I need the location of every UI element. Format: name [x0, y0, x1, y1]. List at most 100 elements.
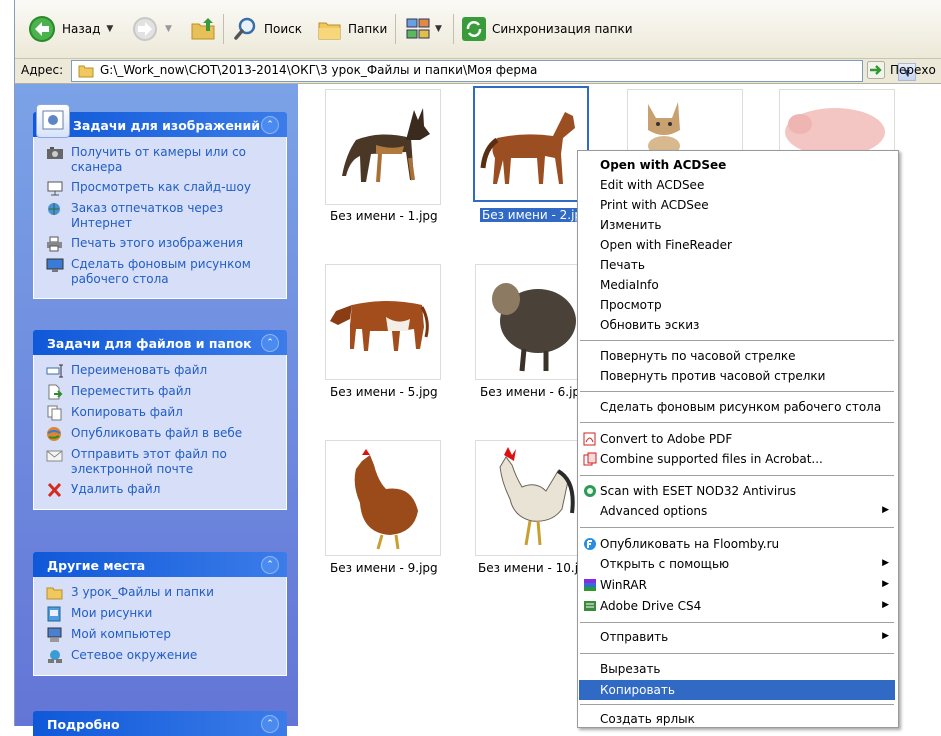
- thumbnail-sheep[interactable]: [475, 264, 591, 380]
- horse-image: [480, 112, 575, 184]
- search-button[interactable]: Поиск: [233, 14, 302, 44]
- expand-chevron-icon[interactable]: ⌃: [261, 715, 279, 733]
- menu-print[interactable]: Печать: [579, 255, 895, 275]
- menu-winrar[interactable]: WinRAR ▶: [579, 575, 895, 595]
- back-arrow-icon: [29, 16, 55, 42]
- collapse-chevron-icon[interactable]: ⌃: [261, 334, 279, 352]
- submenu-arrow-icon: ▶: [882, 505, 889, 515]
- menu-adobe-drive[interactable]: Adobe Drive CS4 ▶: [579, 596, 895, 616]
- menu-cut[interactable]: Вырезать: [579, 659, 895, 679]
- back-label: Назад: [62, 22, 101, 36]
- task-get-from-camera[interactable]: Получить от камеры или со сканера: [34, 143, 286, 178]
- folders-icon: [318, 22, 341, 40]
- address-bar: Адрес: G:\_Work_now\СЮТ\2013-2014\ОКГ\3 …: [15, 59, 941, 84]
- menu-mediainfo[interactable]: MediaInfo: [579, 275, 895, 295]
- menu-open-finereader[interactable]: Open with FineReader: [579, 235, 895, 255]
- file-tasks-header[interactable]: Задачи для файлов и папок ⌃: [33, 330, 287, 355]
- file-name[interactable]: Без имени - 5.jpg: [330, 385, 438, 399]
- menu-create-shortcut[interactable]: Создать ярлык: [579, 709, 895, 729]
- collapse-chevron-icon[interactable]: ⌃: [261, 556, 279, 574]
- thumbnail-dog[interactable]: [325, 89, 441, 205]
- menu-label: Adobe Drive CS4: [600, 599, 702, 613]
- task-order-prints[interactable]: Заказ отпечатков через Интернет: [34, 199, 286, 234]
- menu-edit-acdsee[interactable]: Edit with ACDSee: [579, 175, 895, 195]
- task-publish-web[interactable]: Опубликовать файл в вебе: [34, 424, 286, 445]
- views-dropdown-icon[interactable]: ▼: [435, 24, 442, 34]
- address-input[interactable]: G:\_Work_now\СЮТ\2013-2014\ОКГ\3 урок_Фа…: [71, 60, 916, 82]
- collapse-chevron-icon[interactable]: ⌃: [261, 116, 279, 134]
- file-name[interactable]: Без имени - 1.jpg: [330, 209, 438, 223]
- menu-copy[interactable]: Копировать: [579, 680, 895, 700]
- place-my-computer[interactable]: Мой компьютер: [34, 625, 286, 646]
- menu-edit[interactable]: Изменить: [579, 215, 895, 235]
- task-label: Переименовать файл: [71, 363, 208, 377]
- file-name[interactable]: Без имени - 9.jpg: [330, 561, 438, 575]
- hen-image: [354, 449, 418, 550]
- task-label: Копировать файл: [71, 405, 183, 419]
- place-parent-folder[interactable]: 3 урок_Файлы и папки: [34, 583, 286, 604]
- copy-file-icon: [47, 405, 62, 421]
- menu-separator: [580, 340, 894, 341]
- delete-x-icon: [47, 482, 62, 498]
- place-my-pictures[interactable]: Мои рисунки: [34, 604, 286, 625]
- menu-combine-acrobat[interactable]: Combine supported files in Acrobat...: [579, 449, 895, 469]
- task-email[interactable]: Отправить этот файл по электронной почте: [34, 445, 286, 480]
- menu-open-with[interactable]: Открыть с помощью ▶: [579, 554, 895, 574]
- thumbnail-hen[interactable]: [325, 440, 441, 556]
- image-tasks-header[interactable]: Задачи для изображений ⌃: [33, 104, 287, 138]
- views-button[interactable]: ▼: [405, 14, 442, 44]
- file-name[interactable]: Без имени - 6.jpg: [480, 385, 588, 399]
- task-print-image[interactable]: Печать этого изображения: [34, 234, 286, 255]
- thumbnail-cow[interactable]: [325, 264, 441, 380]
- menu-print-acdsee[interactable]: Print with ACDSee: [579, 195, 895, 215]
- menu-convert-pdf[interactable]: Convert to Adobe PDF: [579, 429, 895, 449]
- computer-icon: [47, 627, 62, 642]
- menu-refresh-thumbnail[interactable]: Обновить эскиз: [579, 315, 895, 335]
- task-set-wallpaper[interactable]: Сделать фоновым рисунком рабочего стола: [34, 255, 286, 290]
- menu-publish-floomby[interactable]: Опубликовать на Floomby.ru: [579, 534, 895, 554]
- floomby-icon: [584, 538, 596, 550]
- pdf-icon: [583, 432, 596, 446]
- task-label: Отправить этот файл по электронной почте: [71, 447, 227, 476]
- back-dropdown-icon[interactable]: ▼: [106, 24, 113, 34]
- place-label: Мои рисунки: [71, 606, 153, 620]
- forward-button[interactable]: ▼: [131, 14, 172, 44]
- menu-send-to[interactable]: Отправить ▶: [579, 627, 895, 647]
- task-label: Заказ отпечатков через Интернет: [71, 201, 224, 230]
- folders-button[interactable]: Папки: [317, 14, 387, 44]
- sheep-image: [492, 283, 576, 372]
- menu-label: Advanced options: [600, 504, 708, 518]
- menu-label: Изменить: [600, 218, 662, 232]
- sync-button[interactable]: Синхронизация папки: [461, 14, 633, 44]
- forward-dropdown-icon[interactable]: ▼: [165, 24, 172, 34]
- details-header[interactable]: Подробно ⌃: [33, 711, 287, 736]
- go-button[interactable]: Перехо: [867, 60, 936, 80]
- task-delete[interactable]: Удалить файл: [34, 480, 286, 501]
- thumbnail-rooster[interactable]: [475, 440, 591, 556]
- file-name-selected[interactable]: Без имени - 2.jpg: [480, 208, 592, 222]
- task-label: Сделать фоновым рисунком рабочего стола: [71, 257, 251, 286]
- menu-label: Опубликовать на Floomby.ru: [600, 537, 780, 551]
- image-tasks-body: Получить от камеры или со сканера Просмо…: [33, 137, 287, 299]
- task-copy[interactable]: Копировать файл: [34, 403, 286, 424]
- menu-separator: [580, 422, 894, 423]
- file-tasks-body: Переименовать файл Переместить файл Копи…: [33, 355, 287, 510]
- menu-advanced-options[interactable]: Advanced options ▶: [579, 501, 895, 521]
- place-network[interactable]: Сетевое окружение: [34, 646, 286, 667]
- menu-rotate-cw[interactable]: Повернуть по часовой стрелке: [579, 346, 895, 366]
- other-places-header[interactable]: Другие места ⌃: [33, 552, 287, 577]
- menu-set-wallpaper[interactable]: Сделать фоновым рисунком рабочего стола: [579, 397, 895, 417]
- task-rename[interactable]: Переименовать файл: [34, 361, 286, 382]
- task-slideshow[interactable]: Просмотреть как слайд-шоу: [34, 178, 286, 199]
- back-button[interactable]: Назад ▼: [27, 14, 113, 44]
- menu-scan-eset[interactable]: Scan with ESET NOD32 Antivirus: [579, 481, 895, 501]
- camera-icon: [47, 147, 63, 159]
- thumbnail-horse[interactable]: [473, 86, 589, 202]
- menu-preview[interactable]: Просмотр: [579, 295, 895, 315]
- task-move[interactable]: Переместить файл: [34, 382, 286, 403]
- dog-image: [342, 108, 430, 183]
- window-edge: [0, 0, 14, 726]
- menu-open-acdsee[interactable]: Open with ACDSee: [579, 155, 895, 175]
- up-folder-button[interactable]: [189, 14, 217, 44]
- menu-rotate-ccw[interactable]: Повернуть против часовой стрелки: [579, 366, 895, 386]
